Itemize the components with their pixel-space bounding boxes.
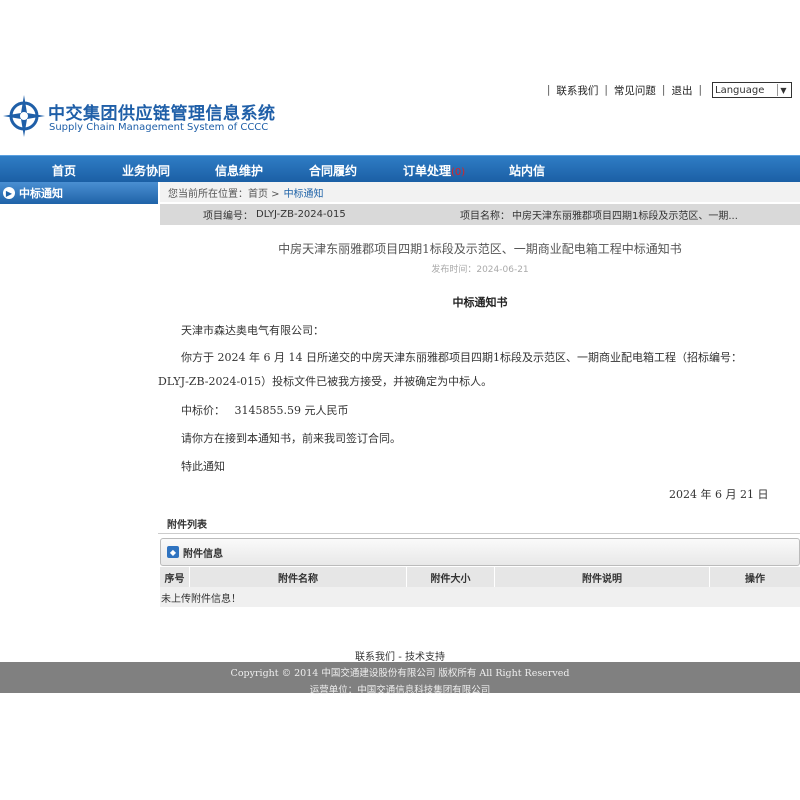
footer-links[interactable]: 联系我们 - 技术支持 bbox=[0, 648, 800, 663]
col-size: 附件大小 bbox=[407, 567, 495, 587]
notice-instruction: 请你方在接到本通知书，前来我司签订合同。 bbox=[181, 432, 401, 445]
logo-title-cn: 中交集团供应链管理信息系统 bbox=[48, 104, 276, 124]
project-name: 中房天津东丽雅郡项目四期1标段及示范区、一期... bbox=[512, 211, 738, 222]
attachments-table-header: 序号 附件名称 附件大小 附件说明 操作 bbox=[160, 567, 800, 587]
arrow-right-icon: ▶ bbox=[3, 187, 15, 199]
chevron-down-icon: ▼ bbox=[777, 84, 789, 96]
nav-orders[interactable]: 订单处理(0) bbox=[403, 162, 465, 179]
logout-link[interactable]: 退出 bbox=[671, 83, 692, 98]
breadcrumb-current[interactable]: 中标通知 bbox=[284, 185, 324, 200]
nav-orders-badge: (0) bbox=[451, 167, 466, 178]
publish-time: 发布时间：2024-06-21 bbox=[431, 265, 529, 275]
project-info-bar: 项目编号： DLYJ-ZB-2024-015 项目名称： 中房天津东丽雅郡项目四… bbox=[160, 204, 800, 225]
separator: | bbox=[661, 84, 666, 96]
top-links: | 联系我们 | 常见问题 | 退出 | Language ▼ bbox=[541, 82, 792, 98]
notice-closing: 特此通知 bbox=[181, 460, 225, 473]
attachment-icon: ◆ bbox=[167, 546, 179, 558]
breadcrumb-prefix: 您当前所在位置：首页 > bbox=[168, 188, 280, 200]
logo-title-en: Supply Chain Management System of CCCC bbox=[49, 122, 269, 133]
language-select-value: Language bbox=[715, 84, 765, 96]
breadcrumb: 您当前所在位置：首页 > 中标通知 bbox=[160, 182, 800, 202]
nav-orders-label: 订单处理 bbox=[403, 164, 452, 178]
attachments-panel-header: ◆ 附件信息 bbox=[160, 538, 800, 566]
nav-business-collab[interactable]: 业务协同 bbox=[122, 162, 170, 179]
page-title: 中房天津东丽雅郡项目四期1标段及示范区、一期商业配电箱工程中标通知书 bbox=[278, 242, 682, 256]
sidebar-item-label: 中标通知 bbox=[19, 187, 63, 200]
contact-us-link[interactable]: 联系我们 bbox=[556, 83, 598, 98]
table-row-empty: 未上传附件信息！ bbox=[160, 587, 800, 607]
separator: | bbox=[604, 84, 608, 96]
col-description: 附件说明 bbox=[495, 567, 710, 587]
nav-info-maintenance[interactable]: 信息维护 bbox=[215, 162, 263, 179]
nav-contract[interactable]: 合同履约 bbox=[309, 162, 357, 179]
footer: Copyright © 2014 中国交通建设股份有限公司 版权所有 All R… bbox=[0, 662, 800, 696]
price-label: 中标价： bbox=[181, 404, 225, 417]
notice-body: 你方于 2024 年 6 月 14 日所递交的中房天津东丽雅郡项目四期1标段及示… bbox=[158, 351, 742, 388]
main-nav: 首页 业务协同 信息维护 合同履约 订单处理(0) 站内信 bbox=[0, 155, 800, 182]
col-index: 序号 bbox=[160, 567, 190, 587]
col-name: 附件名称 bbox=[190, 567, 407, 587]
sidebar-item-award-notice[interactable]: ▶ 中标通知 bbox=[0, 182, 158, 204]
project-code-label: 项目编号： bbox=[203, 211, 253, 222]
notice-date: 2024 年 6 月 21 日 bbox=[669, 488, 769, 501]
notice-price: 中标价： 3145855.59 元人民币 bbox=[181, 402, 348, 418]
language-select[interactable]: Language ▼ bbox=[712, 82, 792, 98]
attachments-section-label: 附件列表 bbox=[167, 520, 207, 531]
col-action: 操作 bbox=[745, 573, 765, 585]
attachments-box-title: 附件信息 bbox=[183, 548, 223, 560]
faq-link[interactable]: 常见问题 bbox=[614, 83, 656, 98]
divider bbox=[158, 533, 800, 534]
price-value: 3145855.59 元人民币 bbox=[234, 404, 349, 417]
separator: | bbox=[698, 84, 702, 96]
notice-title: 中标通知书 bbox=[452, 296, 508, 309]
project-code: DLYJ-ZB-2024-015 bbox=[256, 209, 346, 220]
nav-home[interactable]: 首页 bbox=[52, 162, 76, 179]
header: 中交集团供应链管理信息系统 Supply Chain Management Sy… bbox=[0, 80, 800, 155]
separator: | bbox=[546, 84, 551, 96]
notice-recipient: 天津市森达奥电气有限公司： bbox=[181, 324, 324, 337]
cccc-logo-icon bbox=[3, 95, 45, 137]
nav-messages[interactable]: 站内信 bbox=[509, 162, 545, 179]
footer-operator: 运营单位：中国交通信息科技集团有限公司 bbox=[309, 685, 491, 696]
project-name-label: 项目名称： bbox=[460, 211, 510, 222]
footer-copyright: Copyright © 2014 中国交通建设股份有限公司 版权所有 All R… bbox=[230, 668, 570, 679]
